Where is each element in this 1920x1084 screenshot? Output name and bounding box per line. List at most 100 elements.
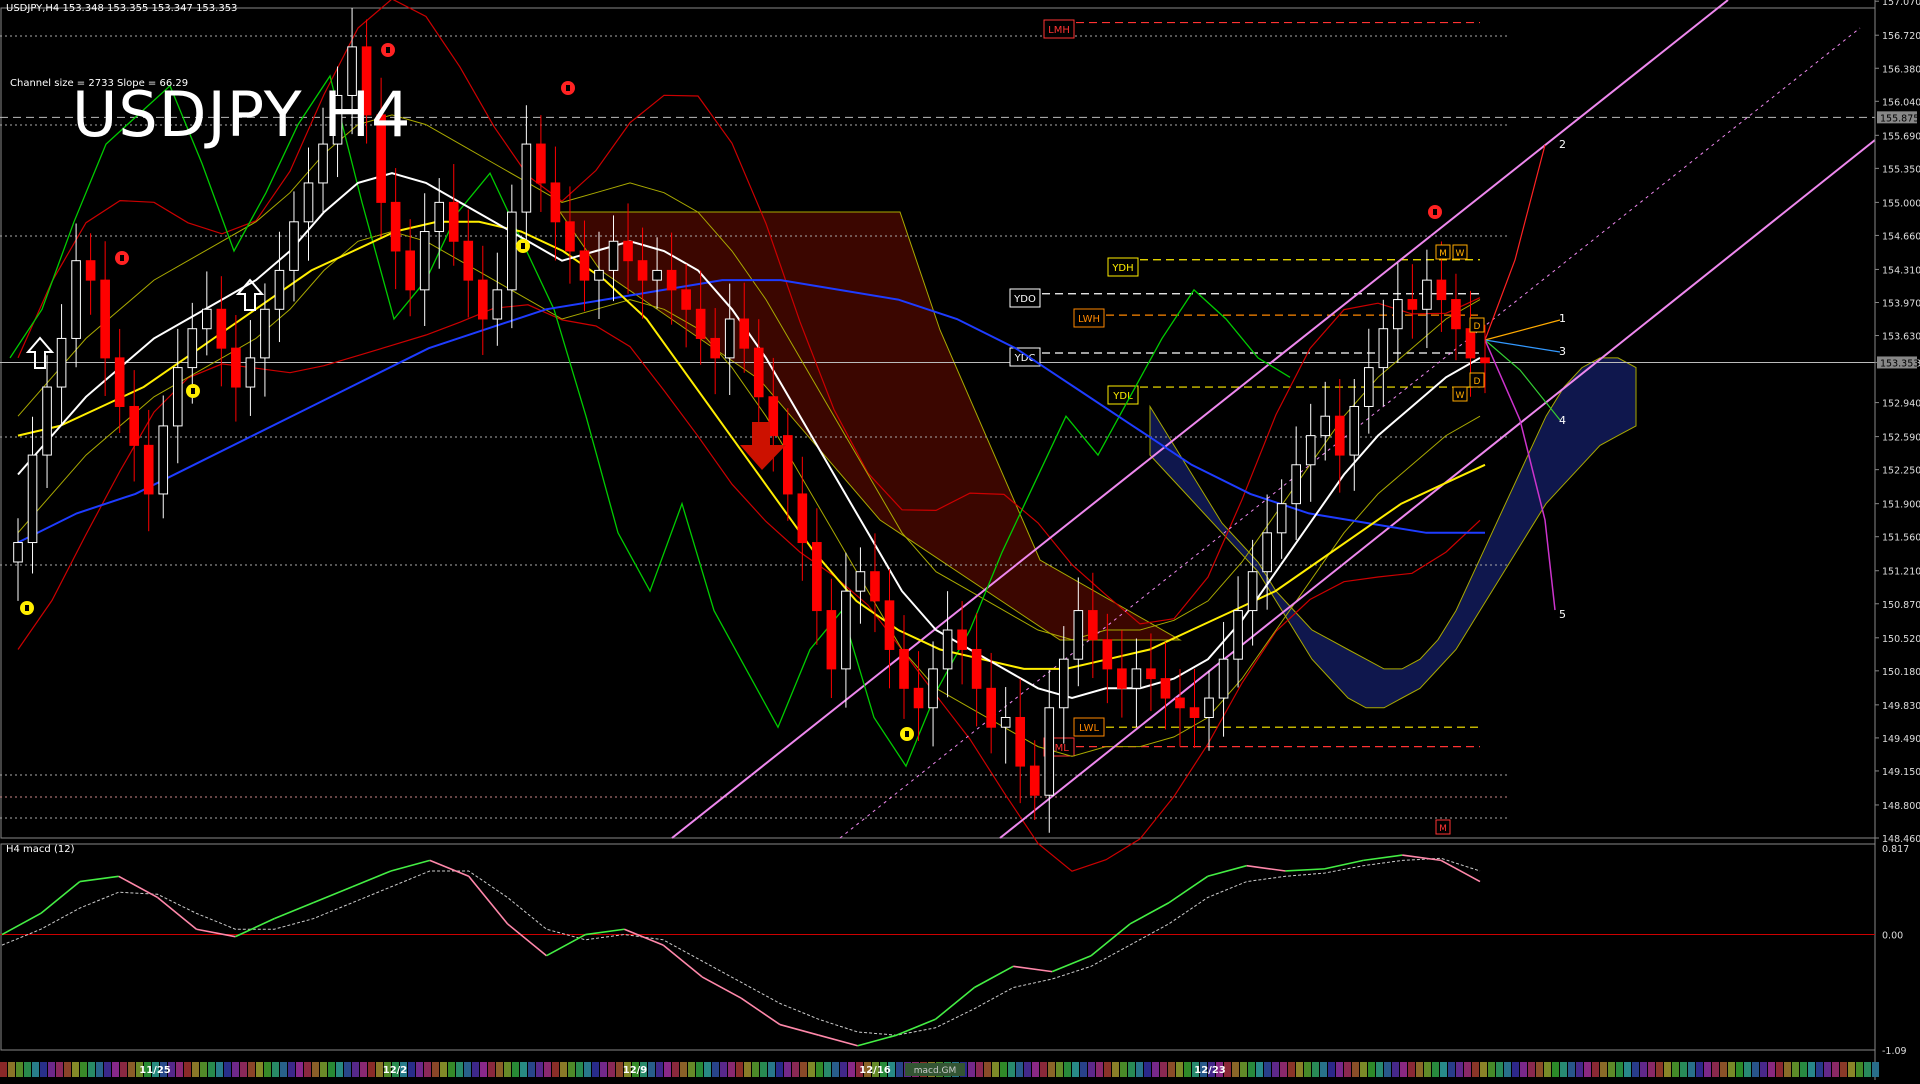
fractal-up-notch <box>1433 209 1437 215</box>
time-cell <box>1344 1062 1351 1077</box>
time-cell <box>1400 1062 1407 1077</box>
candle-body <box>695 308 706 339</box>
time-cell <box>184 1062 191 1077</box>
time-cell <box>240 1062 247 1077</box>
candle-body <box>536 143 546 184</box>
candle <box>1000 687 1011 764</box>
candle-body <box>550 182 561 223</box>
macd-segment <box>157 896 197 930</box>
time-cell <box>1168 1062 1175 1077</box>
projection-label-5: 5 <box>1559 608 1566 621</box>
fractal-up-notch <box>566 85 570 91</box>
time-cell <box>1544 1062 1551 1077</box>
time-cell <box>1752 1062 1759 1077</box>
time-cell <box>64 1062 71 1077</box>
time-cell <box>1736 1062 1743 1077</box>
time-cell <box>1152 1062 1159 1077</box>
candle <box>477 245 488 355</box>
time-cell <box>560 1062 567 1077</box>
macd-tick-label: 0.00 <box>1882 931 1903 942</box>
price-tick-label: 149.490 <box>1882 734 1920 745</box>
time-cell <box>1576 1062 1583 1077</box>
time-cell <box>1312 1062 1319 1077</box>
time-cell <box>520 1062 527 1077</box>
price-chart[interactable]: YDHYDOLWHYDCYDLLMHLWLLML 12345 M WDDWM 15… <box>0 0 1920 1080</box>
candle <box>942 591 953 698</box>
candle <box>1305 403 1316 502</box>
macd-segment <box>818 1034 858 1047</box>
candle-body <box>1117 668 1127 689</box>
time-cell <box>1760 1062 1767 1077</box>
candle <box>13 518 23 601</box>
candle-body <box>1233 610 1243 660</box>
time-cell <box>1368 1062 1375 1077</box>
time-cell <box>1024 1062 1031 1077</box>
candle-body <box>1073 610 1084 660</box>
candle-body <box>260 308 270 359</box>
candle-body <box>187 328 198 369</box>
candle <box>448 164 459 266</box>
time-cell <box>1864 1062 1871 1077</box>
candle-body <box>1015 716 1026 767</box>
time-cell <box>568 1062 575 1077</box>
macd-segment <box>585 928 625 936</box>
macd-segment <box>1324 859 1364 870</box>
candle-body <box>1291 464 1301 505</box>
macd-segment <box>351 870 392 888</box>
time-cell <box>1856 1062 1863 1077</box>
candle-body <box>1276 503 1287 534</box>
candle <box>463 209 474 318</box>
candle-body <box>419 231 430 291</box>
candle <box>1451 273 1461 361</box>
time-cell <box>1384 1062 1391 1077</box>
time-cell <box>1480 1062 1487 1077</box>
candle-body <box>216 308 227 349</box>
time-cell <box>1464 1062 1471 1077</box>
candle-body <box>1262 532 1272 573</box>
time-cell <box>1520 1062 1527 1077</box>
time-cell <box>256 1062 263 1077</box>
chikou-span <box>9 74 1291 768</box>
time-cell <box>1592 1062 1599 1077</box>
time-cell <box>1664 1062 1671 1077</box>
time-label: 12/23 <box>1194 1065 1226 1076</box>
price-tick-label: 151.900 <box>1882 500 1920 511</box>
time-cell <box>48 1062 55 1077</box>
pivot-tag-m: M <box>1439 249 1447 259</box>
candle <box>216 276 227 387</box>
time-cell <box>760 1062 767 1077</box>
candle-body <box>507 211 517 291</box>
macd-segment <box>624 928 664 946</box>
price-tick-label: 154.660 <box>1882 231 1920 242</box>
time-cell <box>1184 1062 1191 1077</box>
time-cell <box>336 1062 343 1077</box>
time-cell <box>1336 1062 1343 1077</box>
time-cell <box>600 1062 607 1077</box>
time-cell <box>360 1062 367 1077</box>
time-cell <box>1560 1062 1567 1077</box>
candle-body <box>1058 658 1069 709</box>
chart-window[interactable]: YDH YDO LWH YDC YDL LMH LWL LML 12345 MWDDWM 15… <box>0 0 1920 1080</box>
time-cell <box>1776 1062 1783 1077</box>
time-cell <box>224 1062 231 1077</box>
candle <box>1044 669 1055 833</box>
time-cell <box>1296 1062 1303 1077</box>
candle-body <box>957 629 967 650</box>
time-cell <box>984 1062 991 1077</box>
time-cell <box>1608 1062 1615 1077</box>
price-tick-label: 156.380 <box>1882 64 1920 75</box>
candle-body <box>71 260 81 339</box>
time-cell <box>528 1062 535 1077</box>
candle <box>202 271 212 356</box>
time-cell <box>264 1062 271 1077</box>
time-cell <box>1240 1062 1247 1077</box>
candle-body <box>782 435 793 495</box>
candle <box>1058 626 1069 744</box>
time-cell <box>1448 1062 1455 1077</box>
macd-tab-label[interactable]: macd.GM <box>914 1066 957 1076</box>
time-cell <box>968 1062 975 1077</box>
candle-body <box>56 337 67 388</box>
candle-body <box>492 289 503 320</box>
macd-segment <box>196 928 236 938</box>
time-cell <box>808 1062 815 1077</box>
